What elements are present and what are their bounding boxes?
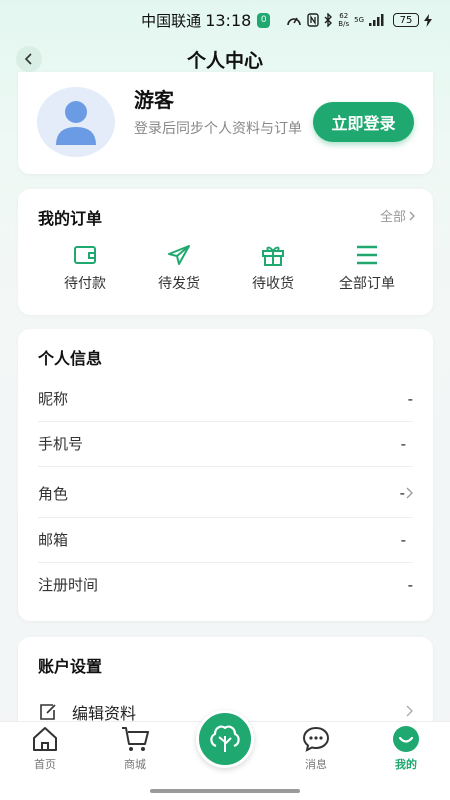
order-all-orders[interactable]: 全部订单 xyxy=(327,244,407,300)
home-icon xyxy=(33,727,57,751)
order-pending-payment[interactable]: 待付款 xyxy=(45,244,125,300)
info-value: - xyxy=(407,389,413,408)
info-value: - xyxy=(400,434,406,453)
profile-icon xyxy=(393,726,419,752)
battery-level: 75 xyxy=(399,14,413,26)
signal-icon xyxy=(369,14,384,26)
info-row-nickname: 昵称 - xyxy=(38,376,413,421)
order-item-label: 待收货 xyxy=(252,276,294,292)
tree-icon xyxy=(210,725,240,752)
profile-card: 游客 登录后同步个人资料与订单 立即登录 xyxy=(18,72,433,174)
wallet-icon xyxy=(74,246,96,264)
chevron-right-icon xyxy=(406,487,413,499)
nfc-icon xyxy=(307,13,319,27)
user-avatar-icon xyxy=(56,101,96,145)
menu-icon xyxy=(357,245,377,265)
message-icon xyxy=(302,726,330,752)
personal-info-title: 个人信息 xyxy=(38,349,103,368)
info-value: - xyxy=(399,484,405,502)
info-label: 邮箱 xyxy=(38,531,69,549)
chevron-left-icon xyxy=(24,53,32,65)
carrier-name: 中国联通 xyxy=(141,11,202,30)
info-row-role[interactable]: 角色 - xyxy=(38,469,413,517)
nav-mall[interactable]: 商城 xyxy=(100,725,170,777)
order-item-label: 待付款 xyxy=(64,276,106,292)
orders-all-link[interactable]: 全部 xyxy=(380,206,415,225)
nav-label: 消息 xyxy=(305,758,327,771)
net-speed-unit: B/s xyxy=(338,20,350,28)
info-value-with-chevron: - xyxy=(400,484,413,502)
nav-home[interactable]: 首页 xyxy=(10,725,80,777)
status-bar: 中国联通 13:18 0 62 B/s 5G 75 xyxy=(0,0,450,40)
username: 游客 xyxy=(134,88,174,112)
chevron-right-icon xyxy=(406,705,413,717)
nav-label: 我的 xyxy=(395,758,417,771)
order-pending-shipment[interactable]: 待发货 xyxy=(139,244,219,300)
personal-info-card: 个人信息 昵称 - 手机号 - 角色 - 邮箱 - 注册时间 - xyxy=(18,329,433,621)
battery-indicator: 75 xyxy=(393,13,419,27)
network-type: 5G xyxy=(354,16,364,24)
chevron-right-icon xyxy=(409,211,415,220)
bluetooth-icon xyxy=(324,13,333,27)
info-value: - xyxy=(407,575,413,594)
order-pending-receipt[interactable]: 待收货 xyxy=(233,244,313,300)
info-label: 角色 xyxy=(38,484,69,503)
info-row-register-time: 注册时间 - xyxy=(38,562,413,607)
nav-mine[interactable]: 我的 xyxy=(371,725,441,777)
login-button[interactable]: 立即登录 xyxy=(313,102,414,142)
orders-title: 我的订单 xyxy=(38,209,103,228)
page-title: 个人中心 xyxy=(186,49,263,72)
info-row-email: 邮箱 - xyxy=(38,517,406,562)
nav-label: 首页 xyxy=(34,758,56,771)
account-settings-title: 账户设置 xyxy=(38,657,103,676)
send-icon xyxy=(168,245,190,265)
speedometer-icon xyxy=(287,17,302,26)
status-time: 13:18 xyxy=(205,10,252,30)
home-indicator[interactable] xyxy=(150,789,300,793)
app-notification-badge: 0 xyxy=(257,12,271,28)
cart-icon xyxy=(122,727,149,751)
center-tree-button[interactable] xyxy=(196,710,254,768)
orders-all-label: 全部 xyxy=(379,210,406,225)
info-label: 手机号 xyxy=(38,435,84,453)
charging-icon xyxy=(424,13,432,27)
info-label: 注册时间 xyxy=(38,576,99,594)
login-hint: 登录后同步个人资料与订单 xyxy=(134,121,302,137)
info-value: - xyxy=(400,530,406,549)
net-speed-value: 62 xyxy=(339,12,349,20)
info-label: 昵称 xyxy=(38,390,69,408)
order-item-label: 全部订单 xyxy=(339,276,395,292)
back-button[interactable] xyxy=(16,46,42,72)
status-icons: 62 B/s 5G 75 xyxy=(286,12,432,28)
gift-icon xyxy=(262,246,284,266)
net-speed: 62 B/s xyxy=(338,12,349,28)
avatar xyxy=(37,87,115,157)
orders-card: 我的订单 全部 待付款 待发货 待收货 全部订单 xyxy=(18,189,433,315)
divider xyxy=(38,466,413,467)
info-row-phone: 手机号 - xyxy=(38,421,406,466)
nav-messages[interactable]: 消息 xyxy=(281,725,351,777)
order-item-label: 待发货 xyxy=(158,276,200,292)
edit-icon xyxy=(40,704,56,720)
nav-label: 商城 xyxy=(124,758,146,771)
